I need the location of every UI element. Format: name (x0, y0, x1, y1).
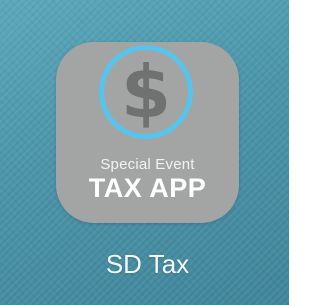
app-label[interactable]: SD Tax (56, 249, 239, 280)
dollar-coin-icon: $ (99, 45, 193, 139)
sd-tax-app-icon[interactable]: $ Special Event TAX APP (56, 42, 239, 223)
icon-subtitle: Special Event (100, 156, 195, 173)
dollar-sign-icon: $ (120, 50, 172, 134)
icon-title: TAX APP (88, 173, 207, 203)
home-screen-wallpaper: $ Special Event TAX APP SD Tax (0, 0, 289, 305)
